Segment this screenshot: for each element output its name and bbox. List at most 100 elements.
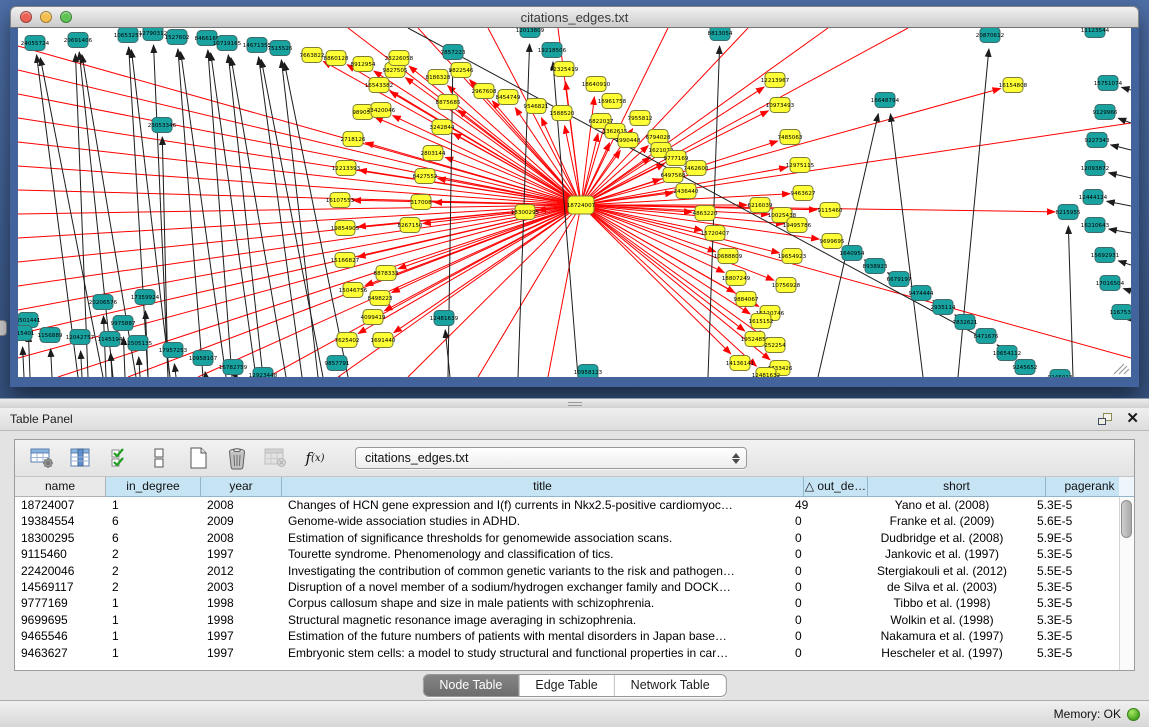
graph-edge-black[interactable]: [154, 45, 168, 377]
table-cell[interactable]: 2: [106, 563, 201, 579]
graph-node[interactable]: 9227343: [1085, 133, 1110, 148]
graph-node[interactable]: 4863220: [693, 206, 718, 221]
graph-node[interactable]: 9777169: [664, 151, 689, 166]
graph-node[interactable]: 18807249: [722, 271, 751, 286]
table-cell[interactable]: Hescheler et al. (1997): [853, 645, 1031, 661]
table-cell[interactable]: 0: [789, 645, 853, 661]
graph-node[interactable]: 2967608: [472, 84, 497, 99]
table-cell[interactable]: 0: [789, 628, 853, 644]
select-columns-button[interactable]: [107, 446, 133, 470]
graph-edge-black[interactable]: [261, 60, 323, 377]
graph-node[interactable]: 8938923: [863, 259, 888, 274]
graph-node[interactable]: 6497568: [661, 168, 686, 183]
table-settings-button[interactable]: [29, 446, 55, 470]
table-cell[interactable]: Franke et al. (2009): [853, 513, 1031, 529]
table-cell[interactable]: 2012: [201, 563, 282, 579]
function-builder-button[interactable]: f(x): [302, 446, 328, 470]
table-cell[interactable]: 1998: [201, 612, 282, 628]
graph-node[interactable]: 12213393: [332, 161, 361, 176]
graph-node[interactable]: 12923448: [249, 368, 278, 378]
graph-edge-black[interactable]: [181, 52, 226, 377]
graph-node[interactable]: 19654923: [778, 249, 807, 264]
table-cell[interactable]: Genome-wide association studies in ADHD.: [282, 513, 789, 529]
graph-node[interactable]: 20206576: [89, 295, 118, 310]
graph-node[interactable]: 2935114: [931, 300, 956, 315]
graph-node[interactable]: 1156889: [38, 328, 63, 343]
table-cell[interactable]: Nakamura et al. (1997): [853, 628, 1031, 644]
table-cell[interactable]: Investigating the contribution of common…: [282, 563, 789, 579]
graph-node[interactable]: 10719165: [213, 36, 242, 51]
table-cell[interactable]: 18724007: [15, 497, 106, 513]
table-cell[interactable]: Dudbridge et al. (2008): [853, 530, 1031, 546]
graph-edge-black[interactable]: [205, 372, 206, 377]
column-header-year[interactable]: year: [201, 477, 282, 497]
graph-node[interactable]: 17957253: [159, 343, 188, 358]
graph-node[interactable]: 9822546: [449, 63, 474, 78]
graph-node[interactable]: 8813054: [708, 28, 733, 41]
graph-node[interactable]: 15751074: [1094, 76, 1123, 91]
graph-node[interactable]: 1640954: [840, 246, 865, 261]
graph-node[interactable]: 6216039: [748, 198, 773, 213]
table-cell[interactable]: Corpus callosum shape and size in male p…: [282, 595, 789, 611]
minimize-window-icon[interactable]: [40, 11, 52, 23]
table-cell[interactable]: Changes of HCN gene expression and I(f) …: [282, 497, 789, 513]
delete-table-button-disabled[interactable]: [263, 446, 289, 470]
graph-node[interactable]: 7485063: [778, 130, 803, 145]
graph-node[interactable]: 10688809: [714, 249, 743, 264]
table-cell[interactable]: Yano et al. (2008): [853, 497, 1031, 513]
graph-node[interactable]: 23420046: [367, 103, 396, 118]
graph-node[interactable]: 20870612: [976, 28, 1004, 43]
graph-edge-red[interactable]: [581, 205, 745, 331]
graph-hub-node[interactable]: 18724007: [567, 196, 596, 214]
graph-node[interactable]: 9245013: [1048, 370, 1073, 378]
graph-node[interactable]: 12481639: [430, 311, 459, 326]
graph-node[interactable]: 9245652: [1013, 360, 1038, 375]
graph-node[interactable]: 2803144: [421, 146, 446, 161]
graph-node[interactable]: 12093872: [1081, 161, 1109, 176]
table-cell[interactable]: Wolkin et al. (1998): [853, 612, 1031, 628]
graph-node[interactable]: 9699695: [820, 234, 845, 249]
table-cell[interactable]: 0: [789, 595, 853, 611]
float-panel-icon[interactable]: [1098, 413, 1112, 425]
graph-node[interactable]: 1615152: [749, 314, 774, 329]
table-cell[interactable]: Estimation of the future numbers of pati…: [282, 628, 789, 644]
table-cell[interactable]: 2: [106, 546, 201, 562]
table-cell[interactable]: 1997: [201, 546, 282, 562]
graph-node[interactable]: 8427552: [413, 169, 438, 184]
table-row[interactable]: 1872400712008Changes of HCN gene express…: [15, 497, 1119, 513]
graph-node[interactable]: 12975115: [786, 158, 815, 173]
graph-edge-red[interactable]: [408, 205, 581, 377]
graph-node[interactable]: 7955812: [628, 111, 653, 126]
graph-node[interactable]: 1588520: [550, 106, 575, 121]
graph-node[interactable]: 9115460: [818, 203, 843, 218]
graph-node[interactable]: 15720407: [701, 226, 730, 241]
graph-node[interactable]: 9546821: [524, 99, 549, 114]
tab-node-table[interactable]: Node Table: [423, 675, 518, 696]
graph-edge-black[interactable]: [408, 28, 992, 343]
table-cell[interactable]: Embryonic stem cells: a model to study s…: [282, 645, 789, 661]
graph-edge-black[interactable]: [51, 349, 52, 377]
table-cell[interactable]: 6: [106, 513, 201, 529]
graph-edge-black[interactable]: [284, 63, 348, 377]
table-cell[interactable]: 0: [789, 612, 853, 628]
graph-node[interactable]: 16154808: [999, 78, 1028, 93]
graph-node[interactable]: 16648794: [871, 93, 900, 108]
graph-edge-black[interactable]: [1068, 226, 1073, 377]
table-cell[interactable]: 1997: [201, 628, 282, 644]
graph-node[interactable]: 1527602: [165, 30, 190, 45]
table-cell[interactable]: 22420046: [15, 563, 106, 579]
table-row[interactable]: 969969511998Structural magnetic resonanc…: [15, 612, 1119, 628]
table-cell[interactable]: 1998: [201, 595, 282, 611]
graph-node[interactable]: 7857223: [441, 45, 466, 60]
graph-edge-black[interactable]: [890, 114, 923, 377]
table-cell[interactable]: 2008: [201, 497, 282, 513]
graph-node[interactable]: 15692931: [1091, 248, 1120, 263]
graph-node[interactable]: 12213967: [761, 73, 790, 88]
graph-node[interactable]: 11123544: [1081, 28, 1110, 38]
graph-node[interactable]: 14136141: [726, 356, 755, 371]
table-cell[interactable]: 0: [789, 530, 853, 546]
table-row[interactable]: 946554611997Estimation of the future num…: [15, 628, 1119, 644]
hide-panel-arrow[interactable]: [0, 320, 7, 336]
table-cell[interactable]: 5.6E-5: [1031, 513, 1119, 529]
table-cell[interactable]: Jankovic et al. (1997): [853, 546, 1031, 562]
